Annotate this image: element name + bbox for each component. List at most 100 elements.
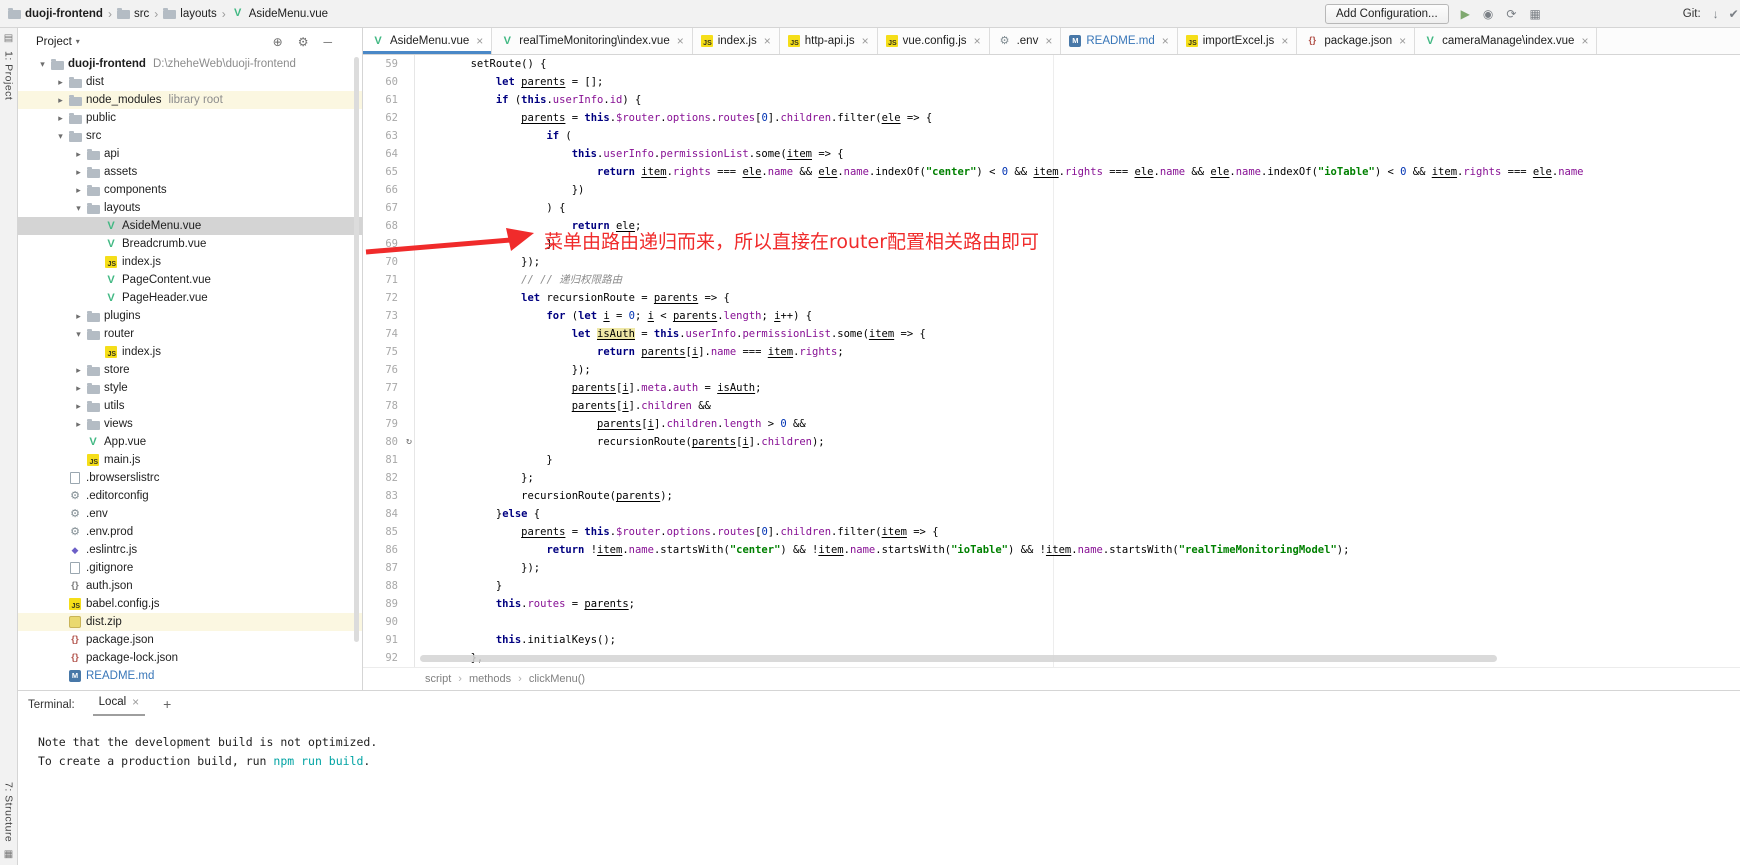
terminal-tab-local[interactable]: Local ×	[93, 695, 146, 716]
breadcrumb-item-layouts[interactable]: layouts	[163, 8, 216, 20]
tree-scrollbar[interactable]	[354, 57, 359, 642]
toolwindow-button-project[interactable]: 1: Project	[3, 51, 15, 100]
breadcrumb-item-src[interactable]: src	[117, 8, 149, 20]
tree-item-editorconfig[interactable]: ⚙.editorconfig	[18, 487, 362, 505]
run-icon[interactable]: ▶	[1461, 8, 1470, 20]
tree-item-plugins[interactable]: ▸plugins	[18, 307, 362, 325]
tree-item-index-js[interactable]: JSindex.js	[18, 343, 362, 361]
tree-item-auth-json[interactable]: {}auth.json	[18, 577, 362, 595]
tree-item-package-json[interactable]: {}package.json	[18, 631, 362, 649]
editor-breadcrumb-item-script[interactable]: script	[425, 673, 451, 685]
close-icon[interactable]: ×	[1162, 34, 1169, 48]
tree-item-node-modules[interactable]: ▸node_moduleslibrary root	[18, 91, 362, 109]
chevron-collapsed-icon[interactable]: ▸	[54, 113, 67, 124]
hide-panel-icon[interactable]: ─	[323, 36, 332, 48]
tree-item-utils[interactable]: ▸utils	[18, 397, 362, 415]
tree-item-readme-md[interactable]: MREADME.md	[18, 667, 362, 685]
chevron-collapsed-icon[interactable]: ▸	[54, 77, 67, 88]
tree-item-app-vue[interactable]: VApp.vue	[18, 433, 362, 451]
editor-gutter[interactable]: 5960616263646566676869707172737475767778…	[363, 55, 415, 667]
git-update-icon[interactable]: ↓	[1713, 8, 1719, 20]
tree-item-dist-zip[interactable]: dist.zip	[18, 613, 362, 631]
editor-breadcrumb-item-methods[interactable]: methods	[469, 673, 511, 685]
horizontal-scrollbar[interactable]	[420, 655, 1497, 662]
tree-item-dist[interactable]: ▸dist	[18, 73, 362, 91]
add-configuration-button[interactable]: Add Configuration...	[1325, 4, 1449, 24]
tree-item-breadcrumb-vue[interactable]: VBreadcrumb.vue	[18, 235, 362, 253]
terminal-output[interactable]: Note that the development build is not o…	[18, 716, 1740, 865]
tree-item-pagecontent-vue[interactable]: VPageContent.vue	[18, 271, 362, 289]
tree-item-pageheader-vue[interactable]: VPageHeader.vue	[18, 289, 362, 307]
tab-package-json[interactable]: {}package.json×	[1297, 28, 1415, 54]
chevron-expanded-icon[interactable]: ▾	[36, 59, 49, 70]
editor-breadcrumb-item-clickmenu[interactable]: clickMenu()	[529, 673, 585, 685]
chevron-collapsed-icon[interactable]: ▸	[72, 311, 85, 322]
close-icon[interactable]: ×	[764, 34, 771, 48]
chevron-collapsed-icon[interactable]: ▸	[72, 185, 85, 196]
tab-cameramanage-index-vue[interactable]: VcameraManage\index.vue×	[1415, 28, 1597, 54]
tree-item-package-lock-json[interactable]: {}package-lock.json	[18, 649, 362, 667]
tree-item-env[interactable]: ⚙.env	[18, 505, 362, 523]
tree-item-assets[interactable]: ▸assets	[18, 163, 362, 181]
tree-item-browserslistrc[interactable]: .browserslistrc	[18, 469, 362, 487]
debug-icon[interactable]: ◉	[1483, 8, 1493, 20]
chevron-expanded-icon[interactable]: ▾	[54, 131, 67, 142]
toolwindow-switcher-icon[interactable]: ▦	[4, 849, 13, 860]
close-icon[interactable]: ×	[1581, 34, 1588, 48]
tree-item-store[interactable]: ▸store	[18, 361, 362, 379]
tree-item-babel-config-js[interactable]: JSbabel.config.js	[18, 595, 362, 613]
chevron-expanded-icon[interactable]: ▾	[72, 329, 85, 340]
tab-vue-config-js[interactable]: JSvue.config.js×	[878, 28, 990, 54]
close-icon[interactable]: ×	[1045, 34, 1052, 48]
git-commit-icon[interactable]: ✔	[1729, 8, 1739, 20]
tree-item-duoji-frontend[interactable]: ▾duoji-frontendD:\zheheWeb\duoji-fronten…	[18, 55, 362, 73]
tree-item-public[interactable]: ▸public	[18, 109, 362, 127]
settings-gear-icon[interactable]: ⚙	[298, 36, 309, 48]
close-icon[interactable]: ×	[862, 34, 869, 48]
project-panel-title[interactable]: Project ▾	[36, 36, 80, 48]
tree-item-main-js[interactable]: JSmain.js	[18, 451, 362, 469]
tab-importexcel-js[interactable]: JSimportExcel.js×	[1178, 28, 1298, 54]
tab-readme-md[interactable]: MREADME.md×	[1061, 28, 1177, 54]
tree-item-gitignore[interactable]: .gitignore	[18, 559, 362, 577]
tab-index-js[interactable]: JSindex.js×	[693, 28, 780, 54]
breadcrumb-item-asidemenu-vue[interactable]: VAsideMenu.vue	[231, 7, 328, 21]
breadcrumb-item-duoji-frontend[interactable]: duoji-frontend	[8, 8, 103, 20]
locate-icon[interactable]: ⊕	[273, 36, 283, 48]
tree-item-src[interactable]: ▾src	[18, 127, 362, 145]
tree-item-asidemenu-vue[interactable]: VAsideMenu.vue	[18, 217, 362, 235]
tree-item-style[interactable]: ▸style	[18, 379, 362, 397]
tab-asidemenu-vue[interactable]: VAsideMenu.vue×	[363, 28, 492, 54]
close-icon[interactable]: ×	[1281, 34, 1288, 48]
chevron-collapsed-icon[interactable]: ▸	[72, 401, 85, 412]
git-widget-label[interactable]: Git:	[1683, 8, 1701, 20]
code-editor[interactable]: 5960616263646566676869707172737475767778…	[363, 55, 1740, 667]
chevron-collapsed-icon[interactable]: ▸	[72, 365, 85, 376]
tree-item-views[interactable]: ▸views	[18, 415, 362, 433]
close-icon[interactable]: ×	[1399, 34, 1406, 48]
tree-item-router[interactable]: ▾router	[18, 325, 362, 343]
tab-http-api-js[interactable]: JShttp-api.js×	[780, 28, 878, 54]
tab-env[interactable]: ⚙.env×	[990, 28, 1062, 54]
tree-item-layouts[interactable]: ▾layouts	[18, 199, 362, 217]
close-icon[interactable]: ×	[974, 34, 981, 48]
toolwindow-button-structure[interactable]: 7: Structure	[3, 782, 15, 842]
chevron-expanded-icon[interactable]: ▾	[72, 203, 85, 214]
layout-icon[interactable]: ▦	[1529, 8, 1540, 20]
close-icon[interactable]: ×	[677, 34, 684, 48]
tree-item-index-js[interactable]: JSindex.js	[18, 253, 362, 271]
close-icon[interactable]: ×	[132, 695, 139, 709]
new-terminal-button[interactable]: +	[163, 696, 171, 716]
chevron-collapsed-icon[interactable]: ▸	[72, 419, 85, 430]
tree-item-api[interactable]: ▸api	[18, 145, 362, 163]
tree-item-eslintrc-js[interactable]: ◆.eslintrc.js	[18, 541, 362, 559]
sync-icon[interactable]: ⟳	[1506, 8, 1516, 20]
project-toolwindow-icon[interactable]: ▤	[4, 33, 13, 44]
chevron-collapsed-icon[interactable]: ▸	[72, 167, 85, 178]
chevron-collapsed-icon[interactable]: ▸	[72, 383, 85, 394]
tree-item-env-prod[interactable]: ⚙.env.prod	[18, 523, 362, 541]
tab-realtimemonitoring-index-vue[interactable]: VrealTimeMonitoring\index.vue×	[492, 28, 692, 54]
chevron-collapsed-icon[interactable]: ▸	[54, 95, 67, 106]
tree-item-components[interactable]: ▸components	[18, 181, 362, 199]
close-icon[interactable]: ×	[476, 34, 483, 48]
